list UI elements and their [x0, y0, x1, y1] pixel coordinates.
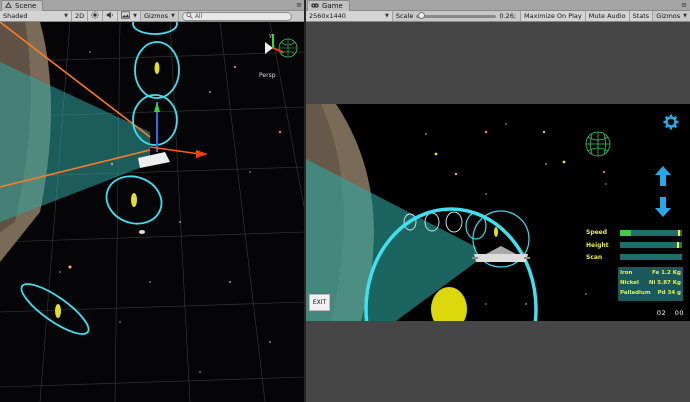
scene-gizmos-label: Gizmos [144, 12, 168, 20]
resource-name: Iron [620, 270, 633, 276]
resource-value: Fe 1.2 Kg [651, 270, 681, 276]
image-icon [121, 11, 130, 21]
orientation-gizmo[interactable]: y Persp [255, 28, 301, 86]
scene-panel: Scene ≡ Shaded ▼ 2D ▼ Gizmos ▼ All y Per… [0, 0, 305, 402]
game-tab[interactable]: Game [307, 0, 350, 11]
search-placeholder: All [194, 12, 203, 20]
mode-2d-toggle[interactable]: 2D [72, 11, 89, 21]
height-bar [620, 242, 682, 248]
scale-slider[interactable] [416, 11, 497, 19]
exit-label: EXIT [312, 299, 327, 306]
shading-mode-dropdown[interactable]: Shaded ▼ [0, 11, 72, 21]
maximize-on-play-label: Maximize On Play [524, 12, 582, 20]
game-tabbar: Game ≡ [306, 0, 690, 11]
resource-row: Nickel Ni 5.87 Kg [620, 280, 681, 286]
resource-row: Palladium Pd 34 g [620, 290, 681, 296]
resource-value: Pd 34 g [657, 290, 681, 296]
shading-mode-label: Shaded [3, 12, 28, 20]
game-tab-menu-icon[interactable]: ≡ [681, 1, 687, 9]
stats-label: Stats [632, 12, 650, 20]
scene-gizmos-dropdown[interactable]: Gizmos ▼ [141, 11, 179, 21]
chevron-down-icon: ▼ [170, 13, 175, 19]
scale-slider-handle[interactable] [418, 11, 426, 19]
stats-toggle[interactable]: Stats [629, 11, 654, 21]
scene-tab-menu-icon[interactable]: ≡ [296, 1, 302, 9]
scene-viewport[interactable]: y Persp [0, 22, 305, 402]
mute-audio-label: Mute Audio [588, 12, 626, 20]
scanner-globe-icon[interactable] [585, 131, 611, 157]
sun-icon [91, 11, 100, 21]
audio-toggle[interactable] [103, 11, 119, 21]
chevron-down-icon: ▼ [385, 13, 389, 19]
scan-bar [620, 254, 682, 260]
speed-label: Speed [586, 229, 608, 236]
mute-audio-toggle[interactable]: Mute Audio [585, 11, 630, 21]
scene-toolbar: Shaded ▼ 2D ▼ Gizmos ▼ All [0, 11, 305, 22]
game-view[interactable]: Speed Height Scan Iron Fe 1.2 Kg Nickel … [306, 104, 690, 321]
scene-tab-title: Scene [15, 2, 37, 10]
game-gizmos-dropdown[interactable]: Gizmos ▼ [653, 11, 690, 21]
scene-probe [139, 230, 145, 234]
svg-text:y: y [269, 33, 272, 39]
game-controller-icon [311, 2, 319, 11]
scene-tab-icon [5, 1, 12, 11]
timer-seconds: 00 [674, 309, 684, 317]
game-tab-title: Game [322, 2, 343, 10]
mode-2d-label: 2D [75, 12, 85, 20]
scene-tabbar: Scene ≡ [0, 0, 305, 11]
scan-label: Scan [586, 254, 603, 261]
resolution-label: 2560x1440 [309, 12, 346, 20]
chevron-down-icon: ▼ [133, 13, 137, 19]
game-letterbox-top [306, 22, 690, 104]
speed-bar-marker [678, 230, 680, 236]
search-icon [186, 11, 193, 21]
gear-icon [663, 114, 679, 132]
game-letterbox-bottom [306, 321, 690, 402]
resource-row: Iron Fe 1.2 Kg [620, 270, 681, 276]
scale-label: Scale [395, 12, 414, 20]
speaker-icon [106, 11, 114, 21]
arrow-down-icon [655, 197, 671, 219]
persp-label[interactable]: Persp [259, 72, 276, 79]
arrow-up-icon [655, 166, 671, 188]
height-bar-marker [677, 242, 679, 248]
resource-value: Ni 5.87 Kg [648, 280, 681, 286]
timer-readout: 02 00 [657, 309, 684, 317]
game-gizmos-label: Gizmos [656, 12, 681, 20]
exit-button[interactable]: EXIT [309, 294, 330, 311]
lighting-toggle[interactable] [88, 11, 104, 21]
chevron-down-icon: ▼ [683, 13, 687, 19]
ascend-button[interactable] [655, 166, 671, 188]
speed-bar [620, 230, 682, 236]
resource-name: Nickel [620, 280, 639, 286]
descend-button[interactable] [655, 197, 671, 219]
scale-value: 0.26; [499, 12, 517, 20]
scene-tab[interactable]: Scene [1, 0, 44, 11]
resource-name: Palladium [620, 290, 651, 296]
timer-minutes: 02 [656, 309, 667, 317]
height-label: Height [586, 242, 609, 249]
scene-search-input[interactable]: All [181, 11, 292, 21]
resolution-dropdown[interactable]: 2560x1440 ▼ [306, 11, 393, 21]
maximize-on-play-toggle[interactable]: Maximize On Play [521, 11, 586, 21]
game-toolbar: 2560x1440 ▼ Scale 0.26; Maximize On Play… [306, 11, 690, 22]
scale-control[interactable]: Scale 0.26; [393, 11, 522, 21]
chevron-down-icon: ▼ [64, 13, 68, 19]
resources-panel: Iron Fe 1.2 Kg Nickel Ni 5.87 Kg Palladi… [618, 267, 683, 301]
speed-bar-fill [620, 230, 632, 236]
settings-button[interactable] [663, 114, 679, 132]
effects-dropdown[interactable]: ▼ [118, 11, 141, 21]
